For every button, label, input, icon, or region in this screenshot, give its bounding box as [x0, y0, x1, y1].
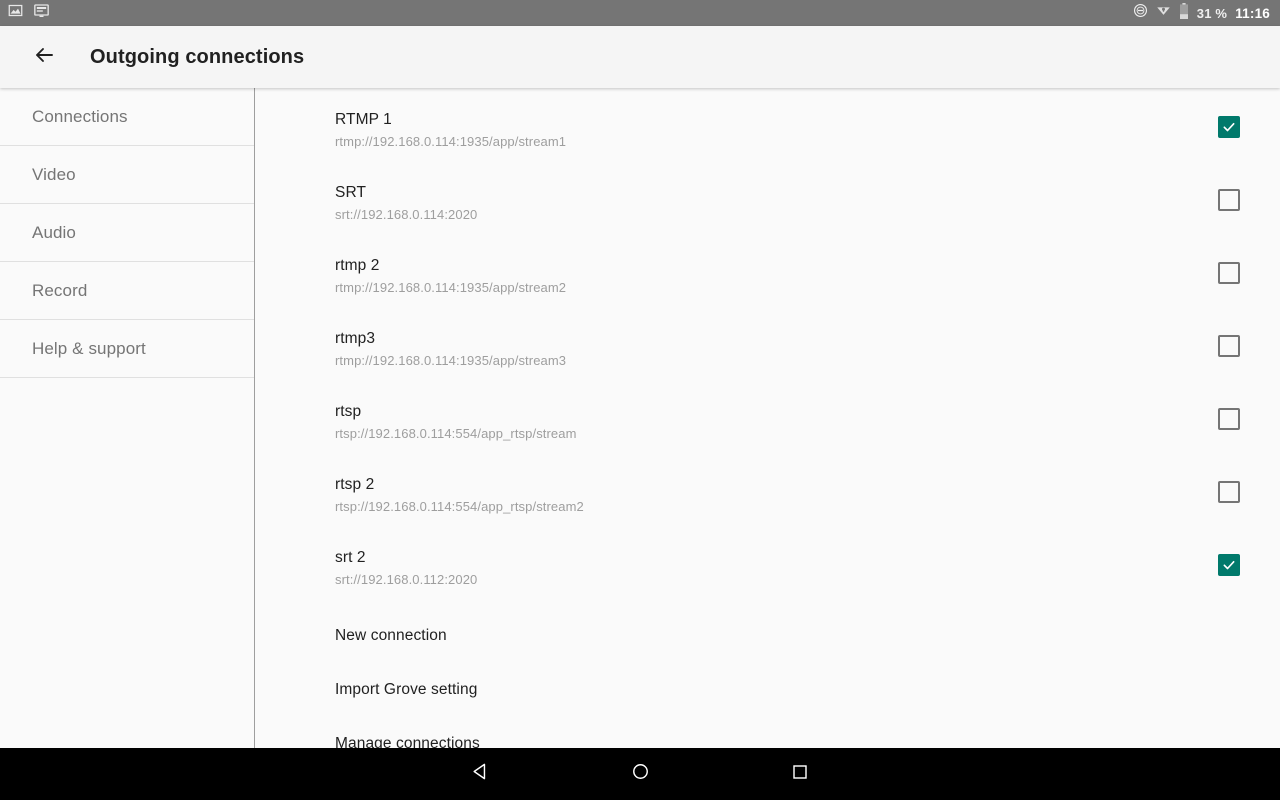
connection-info: RTMP 1 rtmp://192.168.0.114:1935/app/str…	[335, 110, 1218, 151]
connection-info: rtmp 2 rtmp://192.168.0.114:1935/app/str…	[335, 256, 1218, 297]
status-bar: 31 % 11:16	[0, 0, 1280, 26]
connection-info: SRT srt://192.168.0.114:2020	[335, 183, 1218, 224]
page-title: Outgoing connections	[90, 45, 305, 68]
content-area: Connections Video Audio Record Help & su…	[0, 88, 1280, 800]
connection-name: rtsp 2	[335, 476, 375, 493]
sidebar-item-connections[interactable]: Connections	[0, 88, 254, 146]
action-label: New connection	[335, 627, 447, 644]
app-bar: Outgoing connections	[0, 26, 1280, 88]
connection-checkbox[interactable]	[1218, 408, 1240, 430]
status-bar-clock: 11:16	[1235, 5, 1270, 21]
connection-row[interactable]: RTMP 1 rtmp://192.168.0.114:1935/app/str…	[255, 98, 1280, 171]
connection-name: RTMP 1	[335, 111, 392, 128]
connection-name: rtmp3	[335, 330, 376, 347]
connection-row[interactable]: srt 2 srt://192.168.0.112:2020	[255, 536, 1280, 609]
sidebar-item-label: Help & support	[32, 338, 146, 358]
sidebar-item-video[interactable]: Video	[0, 146, 254, 204]
sidebar-item-label: Record	[32, 280, 88, 300]
connection-url: rtmp://192.168.0.114:1935/app/stream1	[335, 134, 567, 149]
connection-url: srt://192.168.0.112:2020	[335, 572, 478, 587]
connection-checkbox[interactable]	[1218, 335, 1240, 357]
connection-url: rtmp://192.168.0.114:1935/app/stream3	[335, 353, 567, 368]
connection-checkbox[interactable]	[1218, 554, 1240, 576]
connection-name: rtsp	[335, 403, 362, 420]
android-navigation-bar	[0, 748, 1280, 800]
connection-checkbox[interactable]	[1218, 262, 1240, 284]
back-button[interactable]	[22, 35, 66, 79]
back-arrow-icon	[32, 43, 56, 72]
import-grove-setting-button[interactable]: Import Grove setting	[255, 663, 1280, 717]
nav-recents-square-icon	[791, 763, 809, 786]
sidebar-item-audio[interactable]: Audio	[0, 204, 254, 262]
connection-url: srt://192.168.0.114:2020	[335, 207, 478, 222]
connection-name: SRT	[335, 184, 367, 201]
connections-list: RTMP 1 rtmp://192.168.0.114:1935/app/str…	[255, 88, 1280, 800]
action-label: Import Grove setting	[335, 681, 478, 698]
vpn-key-icon	[1156, 3, 1171, 23]
do-not-disturb-icon	[1133, 3, 1148, 23]
connection-name: rtmp 2	[335, 257, 380, 274]
connection-checkbox[interactable]	[1218, 481, 1240, 503]
connection-info: rtsp rtsp://192.168.0.114:554/app_rtsp/s…	[335, 402, 1218, 443]
connection-info: rtmp3 rtmp://192.168.0.114:1935/app/stre…	[335, 329, 1218, 370]
sidebar-item-label: Connections	[32, 106, 128, 126]
connection-row[interactable]: rtmp3 rtmp://192.168.0.114:1935/app/stre…	[255, 317, 1280, 390]
nav-back-button[interactable]	[400, 748, 560, 800]
connection-info: srt 2 srt://192.168.0.112:2020	[335, 548, 1218, 589]
sidebar: Connections Video Audio Record Help & su…	[0, 88, 255, 800]
connection-name: srt 2	[335, 549, 366, 566]
connection-checkbox[interactable]	[1218, 189, 1240, 211]
connection-info: rtsp 2 rtsp://192.168.0.114:554/app_rtsp…	[335, 475, 1218, 516]
sidebar-item-label: Video	[32, 164, 76, 184]
status-bar-system-icons: 31 % 11:16	[1133, 2, 1270, 24]
sidebar-item-record[interactable]: Record	[0, 262, 254, 320]
status-bar-notifications	[8, 3, 50, 24]
connection-checkbox[interactable]	[1218, 116, 1240, 138]
image-notification-icon	[8, 3, 23, 23]
connection-row[interactable]: rtmp 2 rtmp://192.168.0.114:1935/app/str…	[255, 244, 1280, 317]
screencast-notification-icon	[33, 3, 50, 24]
nav-back-triangle-icon	[471, 762, 490, 786]
connection-url: rtsp://192.168.0.114:554/app_rtsp/stream…	[335, 499, 584, 514]
connection-row[interactable]: rtsp rtsp://192.168.0.114:554/app_rtsp/s…	[255, 390, 1280, 463]
new-connection-button[interactable]: New connection	[255, 609, 1280, 663]
connection-row[interactable]: rtsp 2 rtsp://192.168.0.114:554/app_rtsp…	[255, 463, 1280, 536]
connection-row[interactable]: SRT srt://192.168.0.114:2020	[255, 171, 1280, 244]
nav-home-circle-icon	[631, 762, 650, 786]
sidebar-item-label: Audio	[32, 222, 76, 242]
battery-icon	[1179, 2, 1189, 24]
connection-url: rtsp://192.168.0.114:554/app_rtsp/stream	[335, 426, 577, 441]
connection-url: rtmp://192.168.0.114:1935/app/stream2	[335, 280, 567, 295]
nav-recents-button[interactable]	[720, 748, 880, 800]
battery-percentage: 31 %	[1196, 5, 1228, 21]
sidebar-item-help-support[interactable]: Help & support	[0, 320, 254, 378]
nav-home-button[interactable]	[560, 748, 720, 800]
